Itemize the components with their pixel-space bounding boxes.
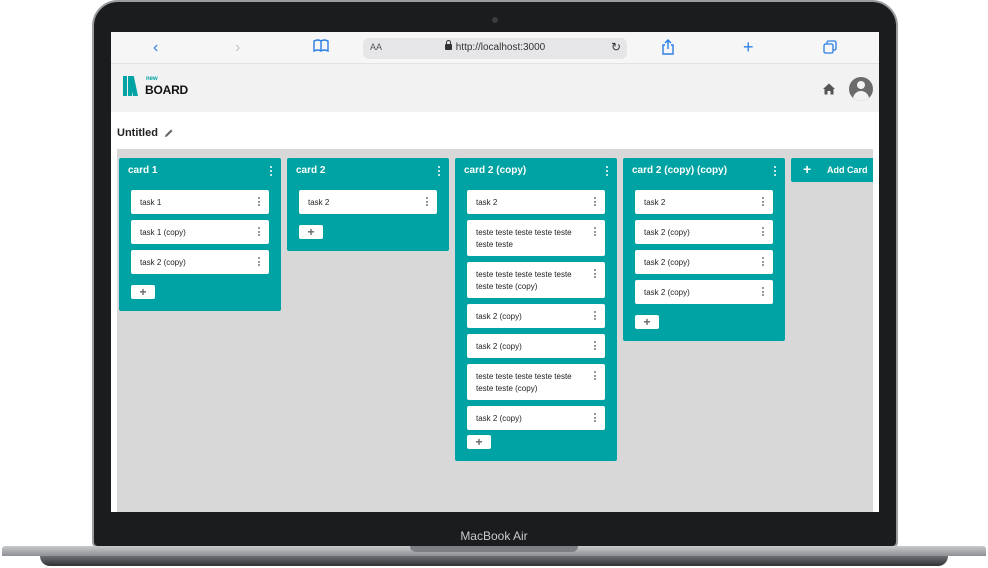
add-task-button[interactable]: + <box>299 225 323 239</box>
task-item[interactable]: task 2 <box>299 190 437 214</box>
column-title[interactable]: card 1 <box>128 165 157 176</box>
column-card-1: card 1 task 1 task 1 (copy) task 2 (copy… <box>119 158 281 311</box>
board-area: card 1 task 1 task 1 (copy) task 2 (copy… <box>117 149 873 512</box>
task-label: task 2 <box>476 198 498 207</box>
column-menu-icon[interactable] <box>605 166 609 177</box>
task-item[interactable]: task 2 <box>467 190 605 214</box>
home-icon[interactable] <box>822 82 836 96</box>
share-icon[interactable] <box>661 39 675 61</box>
task-menu-icon[interactable] <box>257 197 260 207</box>
pencil-icon[interactable] <box>164 128 174 138</box>
task-menu-icon[interactable] <box>593 341 596 351</box>
logo-main-text: BOARD <box>145 83 188 97</box>
device-label: MacBook Air <box>460 529 528 543</box>
task-label: task 1 <box>140 198 162 207</box>
task-menu-icon[interactable] <box>593 197 596 207</box>
task-label: task 2 (copy) <box>644 288 690 297</box>
task-item[interactable]: task 2 (copy) <box>131 250 269 274</box>
task-label: teste teste teste teste teste teste test… <box>476 270 572 291</box>
board-title[interactable]: Untitled <box>117 127 158 139</box>
add-card-button[interactable]: + Add Card <box>791 158 873 182</box>
column-title[interactable]: card 2 (copy) <box>464 165 526 176</box>
column-card-2-copy: card 2 (copy) task 2 teste teste teste t… <box>455 158 617 461</box>
avatar[interactable] <box>849 77 873 101</box>
plus-icon: + <box>803 161 812 177</box>
task-menu-icon[interactable] <box>761 257 764 267</box>
column-menu-icon[interactable] <box>269 166 273 177</box>
task-menu-icon[interactable] <box>761 287 764 297</box>
task-item[interactable]: task 2 (copy) <box>467 304 605 328</box>
task-menu-icon[interactable] <box>593 413 596 423</box>
app-header: new BOARD <box>111 64 879 112</box>
browser-toolbar: ‹ › AA http://localhost:3000 ↻ + <box>111 32 879 64</box>
task-label: teste teste teste teste teste teste test… <box>476 228 572 249</box>
task-label: task 2 (copy) <box>476 342 522 351</box>
task-item[interactable]: task 1 <box>131 190 269 214</box>
task-menu-icon[interactable] <box>425 197 428 207</box>
camera <box>492 17 498 23</box>
add-card-label: Add Card <box>827 165 868 175</box>
new-tab-icon[interactable]: + <box>743 37 754 57</box>
column-card-2-copy-copy: card 2 (copy) (copy) task 2 task 2 (copy… <box>623 158 785 341</box>
task-label: task 2 <box>308 198 330 207</box>
task-label: task 2 (copy) <box>644 258 690 267</box>
lock-icon <box>444 40 452 50</box>
task-item[interactable]: task 2 (copy) <box>635 280 773 304</box>
task-item[interactable]: task 1 (copy) <box>131 220 269 244</box>
tabs-icon[interactable] <box>823 40 837 60</box>
column-title[interactable]: card 2 <box>296 165 325 176</box>
task-item[interactable]: teste teste teste teste teste teste test… <box>467 220 605 256</box>
forward-icon[interactable]: › <box>235 38 240 58</box>
task-item[interactable]: task 2 (copy) <box>467 334 605 358</box>
add-task-button[interactable]: + <box>635 315 659 329</box>
add-task-button[interactable]: + <box>131 285 155 299</box>
column-title[interactable]: card 2 (copy) (copy) <box>632 165 727 176</box>
task-menu-icon[interactable] <box>593 227 596 237</box>
task-menu-icon[interactable] <box>593 371 596 381</box>
task-menu-icon[interactable] <box>257 257 260 267</box>
screen: ‹ › AA http://localhost:3000 ↻ + new BOA… <box>111 32 879 512</box>
task-label: task 2 <box>644 198 666 207</box>
task-item[interactable]: teste teste teste teste teste teste test… <box>467 262 605 298</box>
task-menu-icon[interactable] <box>257 227 260 237</box>
laptop-base <box>0 546 988 568</box>
back-icon[interactable]: ‹ <box>153 38 158 58</box>
logo[interactable]: new BOARD <box>123 76 193 100</box>
reload-icon[interactable]: ↻ <box>611 40 621 54</box>
column-menu-icon[interactable] <box>437 166 441 177</box>
task-label: task 1 (copy) <box>140 228 186 237</box>
column-card-2: card 2 task 2 + <box>287 158 449 251</box>
task-label: task 2 (copy) <box>476 312 522 321</box>
task-item[interactable]: task 2 (copy) <box>635 220 773 244</box>
logo-small-text: new <box>146 76 158 82</box>
bookmarks-icon[interactable] <box>313 39 329 59</box>
task-item[interactable]: teste teste teste teste teste teste test… <box>467 364 605 400</box>
task-label: task 2 (copy) <box>644 228 690 237</box>
task-menu-icon[interactable] <box>593 269 596 279</box>
task-label: task 2 (copy) <box>140 258 186 267</box>
task-menu-icon[interactable] <box>761 227 764 237</box>
task-menu-icon[interactable] <box>593 311 596 321</box>
task-menu-icon[interactable] <box>761 197 764 207</box>
column-menu-icon[interactable] <box>773 166 777 177</box>
task-label: task 2 (copy) <box>476 414 522 423</box>
task-item[interactable]: task 2 (copy) <box>467 406 605 430</box>
task-item[interactable]: task 2 <box>635 190 773 214</box>
task-item[interactable]: task 2 (copy) <box>635 250 773 274</box>
url-text: http://localhost:3000 <box>455 42 546 53</box>
address-bar[interactable]: AA http://localhost:3000 ↻ <box>363 38 627 59</box>
add-task-button[interactable]: + <box>467 435 491 449</box>
task-label: teste teste teste teste teste teste test… <box>476 372 572 393</box>
